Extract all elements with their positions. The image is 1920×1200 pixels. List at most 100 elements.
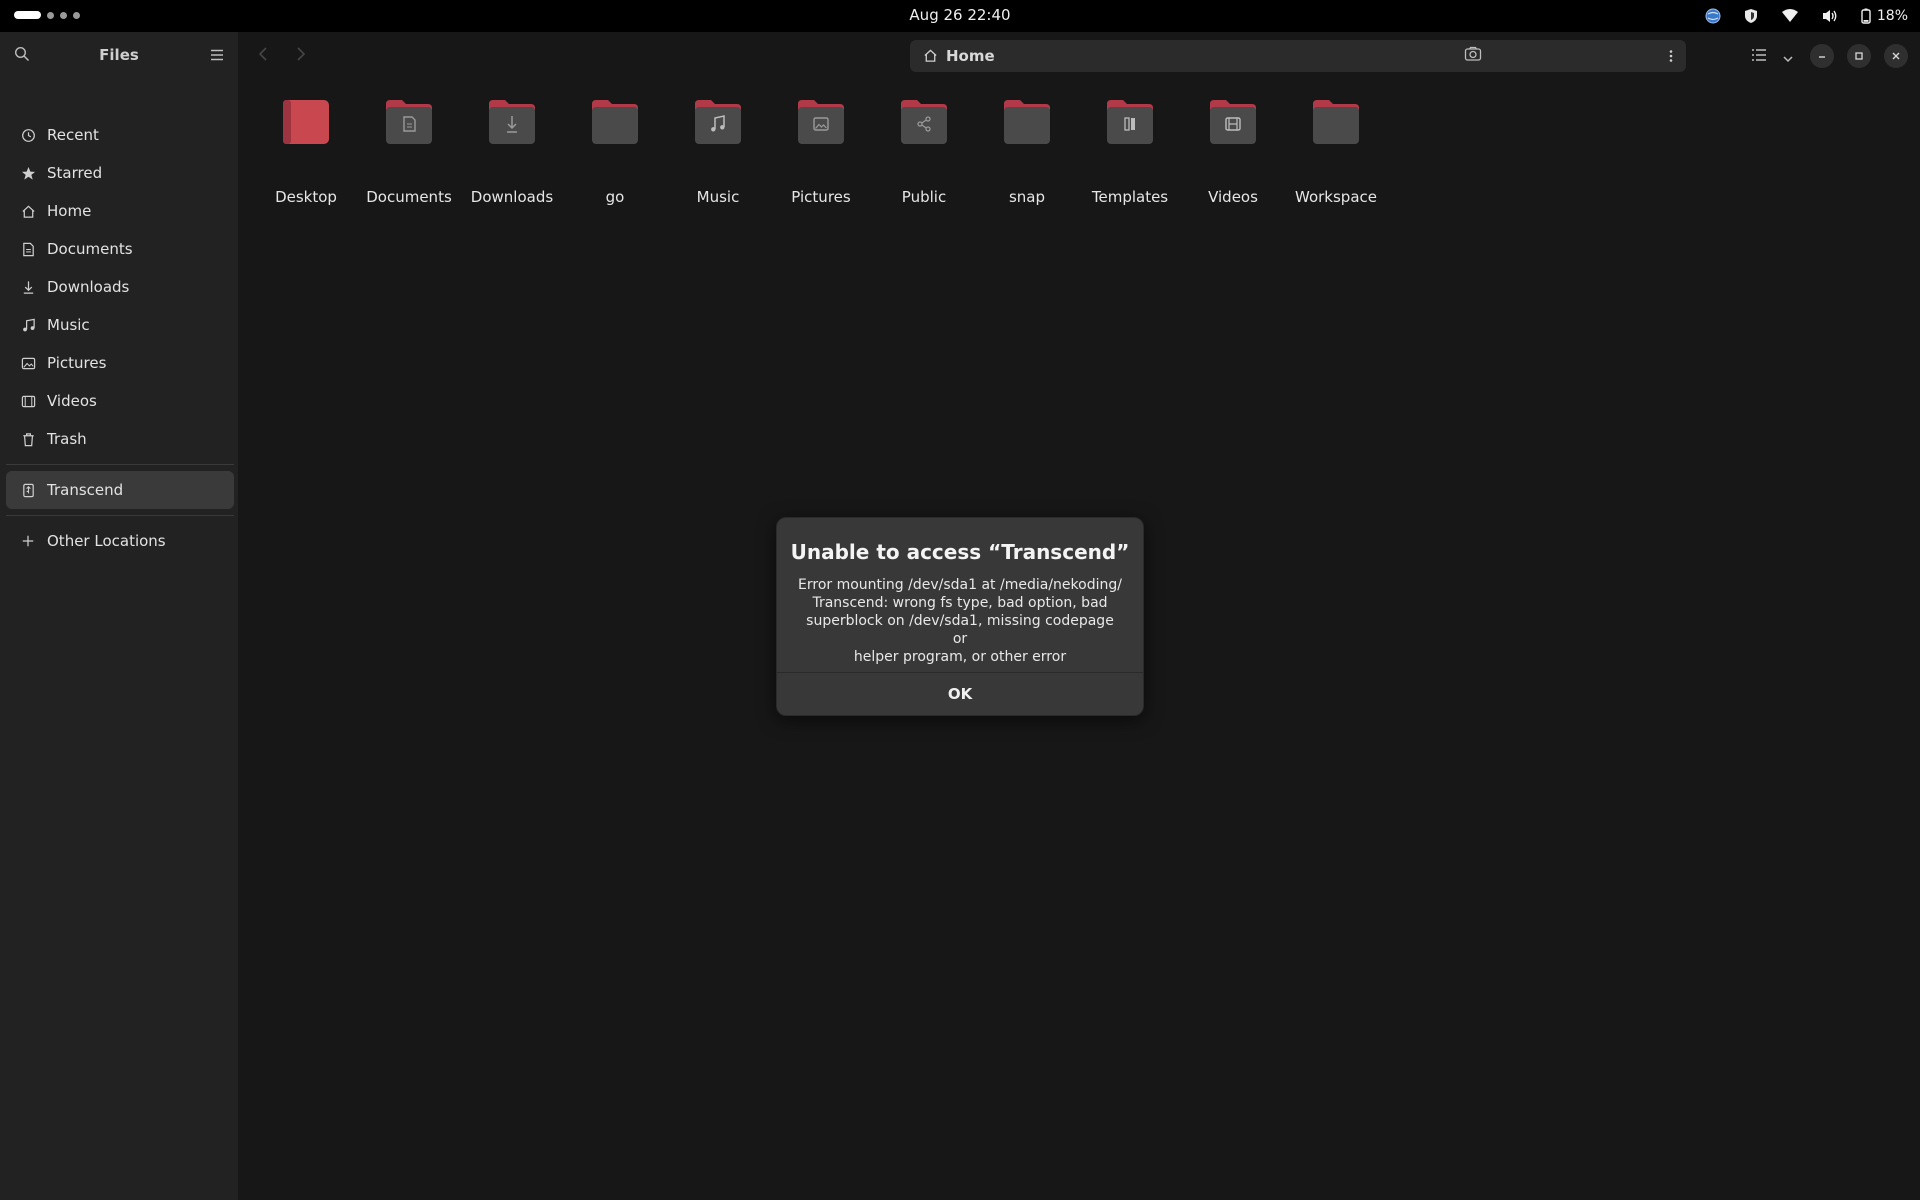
- chevron-down-icon[interactable]: [1782, 49, 1794, 68]
- sidebar-item-label: Recent: [47, 126, 99, 144]
- path-bar[interactable]: Home: [910, 40, 1686, 72]
- templates-folder-icon: [1107, 100, 1153, 144]
- desktop-folder-icon: [283, 100, 329, 144]
- folder-item-music[interactable]: Music: [666, 98, 770, 208]
- sidebar: Files Recent Starred Home Documents Down…: [0, 32, 238, 1200]
- video-icon: [20, 393, 36, 409]
- music-icon: [20, 317, 36, 333]
- wifi-icon[interactable]: [1781, 8, 1799, 24]
- sidebar-item-transcend[interactable]: Transcend: [6, 471, 234, 509]
- battery-icon: [1861, 8, 1871, 24]
- folder-item-desktop[interactable]: Desktop: [254, 98, 358, 208]
- sidebar-item-recent[interactable]: Recent: [6, 116, 234, 154]
- workspace-dot[interactable]: [73, 11, 80, 19]
- minimize-icon: [1819, 56, 1825, 58]
- sidebar-item-label: Transcend: [47, 481, 124, 499]
- sidebar-item-label: Downloads: [47, 278, 130, 296]
- system-tray[interactable]: 18%: [1705, 0, 1908, 32]
- sidebar-item-home[interactable]: Home: [6, 192, 234, 230]
- header-bar: Home: [238, 32, 1920, 78]
- folder-label: Desktop: [275, 188, 337, 206]
- folder-item-workspace[interactable]: Workspace: [1284, 98, 1388, 208]
- sidebar-item-label: Starred: [47, 164, 103, 182]
- sidebar-item-label: Home: [47, 202, 92, 220]
- sidebar-item-starred[interactable]: Starred: [6, 154, 234, 192]
- usb-drive-icon: [20, 482, 36, 498]
- sidebar-item-label: Other Locations: [47, 532, 166, 550]
- clock-icon: [20, 127, 36, 143]
- clock[interactable]: Aug 26 22:40: [909, 6, 1010, 24]
- places-list: Recent Starred Home Documents Downloads …: [6, 116, 234, 560]
- dialog-message-line: superblock on /dev/sda1, missing codepag…: [806, 613, 1114, 647]
- folder-item-public[interactable]: Public: [872, 98, 976, 208]
- shield-icon[interactable]: [1743, 8, 1759, 24]
- dialog-title: Unable to access “Transcend”: [790, 540, 1130, 564]
- sidebar-item-other-locations[interactable]: Other Locations: [6, 522, 234, 560]
- sidebar-item-music[interactable]: Music: [6, 306, 234, 344]
- folder-label: go: [605, 188, 625, 206]
- workspace-dot[interactable]: [47, 11, 54, 19]
- active-workspace[interactable]: [14, 11, 41, 19]
- folder-label: Public: [901, 188, 947, 206]
- minimize-button[interactable]: [1810, 44, 1834, 68]
- maximize-button[interactable]: [1847, 44, 1871, 68]
- folder-label: Documents: [366, 188, 452, 206]
- folder-item-templates[interactable]: Templates: [1078, 98, 1182, 208]
- new-folder-icon[interactable]: [1464, 46, 1482, 66]
- folder-icon: [592, 100, 638, 144]
- folder-label: Videos: [1208, 188, 1258, 206]
- back-button[interactable]: [256, 46, 270, 66]
- folder-label: Workspace: [1295, 188, 1377, 206]
- error-dialog: Unable to access “Transcend” Error mount…: [776, 517, 1144, 716]
- volume-icon[interactable]: [1821, 8, 1839, 24]
- sidebar-item-downloads[interactable]: Downloads: [6, 268, 234, 306]
- current-location[interactable]: Home: [946, 40, 995, 72]
- folder-item-go[interactable]: go: [563, 98, 667, 208]
- pictures-folder-icon: [798, 100, 844, 144]
- sidebar-item-trash[interactable]: Trash: [6, 420, 234, 458]
- dialog-message: Error mounting /dev/sda1 at /media/nekod…: [797, 576, 1123, 666]
- sidebar-item-label: Trash: [47, 430, 87, 448]
- close-icon: [1892, 52, 1900, 60]
- home-icon: [923, 48, 938, 67]
- folder-item-pictures[interactable]: Pictures: [769, 98, 873, 208]
- sidebar-title: Files: [99, 46, 139, 64]
- dialog-message-line: helper program, or other error: [853, 649, 1067, 665]
- folder-item-documents[interactable]: Documents: [357, 98, 461, 208]
- star-icon: [20, 165, 36, 181]
- sidebar-item-pictures[interactable]: Pictures: [6, 344, 234, 382]
- globe-icon[interactable]: [1705, 8, 1721, 24]
- workspace-indicator[interactable]: [14, 11, 80, 19]
- path-menu-icon[interactable]: [1668, 48, 1674, 68]
- sidebar-item-label: Videos: [47, 392, 97, 410]
- folder-label: Pictures: [791, 188, 851, 206]
- battery-percent: 18%: [1876, 8, 1908, 24]
- sidebar-item-documents[interactable]: Documents: [6, 230, 234, 268]
- folder-icon: [1313, 100, 1359, 144]
- folder-item-downloads[interactable]: Downloads: [460, 98, 564, 208]
- sidebar-item-label: Music: [47, 316, 90, 334]
- videos-folder-icon: [1210, 100, 1256, 144]
- folder-item-videos[interactable]: Videos: [1181, 98, 1285, 208]
- trash-icon: [20, 431, 36, 447]
- folder-item-snap[interactable]: snap: [975, 98, 1079, 208]
- sidebar-item-label: Pictures: [47, 354, 107, 372]
- sidebar-divider: [6, 515, 234, 516]
- ok-button[interactable]: OK: [777, 673, 1143, 715]
- folder-label: Music: [696, 188, 740, 206]
- folder-icon: [1004, 100, 1050, 144]
- list-view-icon[interactable]: [1751, 47, 1767, 66]
- picture-icon: [20, 355, 36, 371]
- document-icon: [20, 241, 36, 257]
- public-folder-icon: [901, 100, 947, 144]
- close-button[interactable]: [1884, 44, 1908, 68]
- sidebar-item-videos[interactable]: Videos: [6, 382, 234, 420]
- folder-label: Downloads: [470, 188, 554, 206]
- battery-indicator[interactable]: 18%: [1861, 8, 1908, 24]
- music-folder-icon: [695, 100, 741, 144]
- folder-label: snap: [1008, 188, 1046, 206]
- sidebar-divider: [6, 464, 234, 465]
- workspace-dot[interactable]: [60, 11, 67, 19]
- hamburger-menu-icon[interactable]: [210, 47, 224, 66]
- forward-button[interactable]: [294, 46, 308, 66]
